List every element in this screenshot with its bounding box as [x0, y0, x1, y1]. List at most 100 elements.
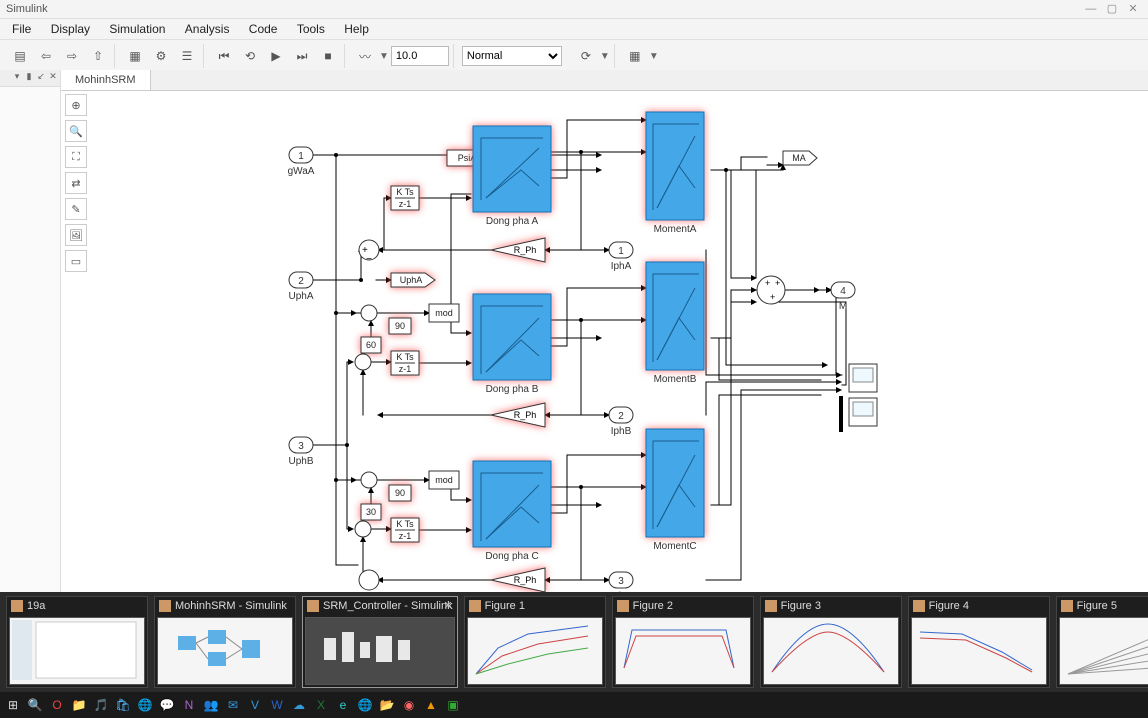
- up-button[interactable]: ⇧: [86, 44, 110, 68]
- tool-image-icon[interactable]: 🖼: [65, 224, 87, 246]
- chrome-icon[interactable]: 🌐: [136, 696, 154, 714]
- model-explorer-button[interactable]: ☰: [175, 44, 199, 68]
- visio-icon[interactable]: V: [246, 696, 264, 714]
- panel-pin-icon[interactable]: ▾: [12, 71, 22, 85]
- folder2-icon[interactable]: 📂: [378, 696, 396, 714]
- onedrive-icon[interactable]: ☁: [290, 696, 308, 714]
- task-card-figure4[interactable]: Figure 4: [908, 596, 1050, 688]
- start-icon[interactable]: ⊞: [4, 696, 22, 714]
- task-card-figure2[interactable]: Figure 2: [612, 596, 754, 688]
- run-button[interactable]: ▶: [264, 44, 288, 68]
- menu-display[interactable]: Display: [43, 19, 98, 39]
- files-icon[interactable]: 📁: [70, 696, 88, 714]
- block-sum-b[interactable]: [355, 354, 371, 370]
- canvas-area[interactable]: MohinhSRM ⊕ 🔍 ⛶ ⇄ ✎ 🖼 ▭: [61, 70, 1148, 600]
- step-forward-button[interactable]: ⏭: [290, 44, 314, 68]
- block-sum-theta-c1[interactable]: [361, 472, 377, 488]
- menu-tools[interactable]: Tools: [289, 19, 333, 39]
- onenote-icon[interactable]: N: [180, 696, 198, 714]
- menu-analysis[interactable]: Analysis: [177, 19, 238, 39]
- block-const-60[interactable]: 60: [361, 337, 381, 353]
- tool-fit-icon[interactable]: ⛶: [65, 146, 87, 168]
- back-button[interactable]: ⇦: [34, 44, 58, 68]
- block-sum-extra[interactable]: [359, 570, 379, 590]
- task-card-figure3[interactable]: Figure 3: [760, 596, 902, 688]
- maximize-icon[interactable]: ▢: [1103, 0, 1121, 18]
- restart-button[interactable]: ⟲: [238, 44, 262, 68]
- block-integrator-a[interactable]: K Ts z-1: [391, 186, 419, 210]
- browser-icon[interactable]: 🌐: [356, 696, 374, 714]
- block-moment-a[interactable]: MomentA: [646, 112, 704, 235]
- edge-icon[interactable]: e: [334, 696, 352, 714]
- block-mod-c[interactable]: mod: [429, 471, 459, 489]
- inport-upha[interactable]: 2 UphA: [288, 272, 313, 302]
- block-sum-torque[interactable]: + + +: [757, 276, 785, 304]
- outport-iphb[interactable]: 2 IphB: [609, 407, 633, 437]
- stop-button[interactable]: ■: [316, 44, 340, 68]
- tool-signal-icon[interactable]: ⇄: [65, 172, 87, 194]
- menu-simulation[interactable]: Simulation: [101, 19, 173, 39]
- block-dong-pha-a[interactable]: Dong pha A: [473, 126, 551, 227]
- forward-button[interactable]: ⇨: [60, 44, 84, 68]
- panel-close-icon[interactable]: ✕: [48, 71, 58, 85]
- tool-zoom-icon[interactable]: 🔍: [65, 120, 87, 142]
- block-mod-b[interactable]: mod: [429, 304, 459, 322]
- tool-area-icon[interactable]: ▭: [65, 250, 87, 272]
- model-config-button[interactable]: ⚙: [149, 44, 173, 68]
- block-integrator-c[interactable]: K Ts z-1: [391, 518, 419, 542]
- block-dong-pha-c[interactable]: Dong pha C: [473, 461, 551, 562]
- block-gain-rph-a[interactable]: R_Ph: [491, 238, 545, 262]
- store-icon[interactable]: 🛍: [114, 696, 132, 714]
- app-more-button[interactable]: ▦: [623, 44, 647, 68]
- tool-hide-icon[interactable]: ⊕: [65, 94, 87, 116]
- task-card-figure1[interactable]: Figure 1: [464, 596, 606, 688]
- minimize-icon[interactable]: —: [1082, 0, 1100, 18]
- inport-gwaa[interactable]: 1 gWaA: [288, 147, 315, 177]
- block-const-30[interactable]: 30: [361, 504, 381, 520]
- menu-help[interactable]: Help: [336, 19, 377, 39]
- excel-icon[interactable]: X: [312, 696, 330, 714]
- outport-m[interactable]: 4 M: [831, 282, 855, 312]
- mcode-icon[interactable]: ▣: [444, 696, 462, 714]
- task-card-matlab[interactable]: 19a: [6, 596, 148, 688]
- close-icon[interactable]: ✕: [1124, 0, 1142, 18]
- outlook-icon[interactable]: ✉: [224, 696, 242, 714]
- panel-split-icon[interactable]: ▮: [24, 71, 34, 85]
- block-sum-theta-b1[interactable]: [361, 305, 377, 321]
- whatsapp-icon[interactable]: 💬: [158, 696, 176, 714]
- tool-annotate-icon[interactable]: ✎: [65, 198, 87, 220]
- menu-file[interactable]: File: [4, 19, 39, 39]
- task-card-srm-controller[interactable]: SRM_Controller - Simulink ✕: [302, 596, 458, 688]
- block-gain-rph-c[interactable]: R_Ph: [491, 568, 545, 592]
- canvas-tab-model[interactable]: MohinhSRM: [61, 70, 151, 90]
- block-dong-pha-b[interactable]: Dong pha B: [473, 294, 551, 395]
- panel-min-icon[interactable]: ↙: [36, 71, 46, 85]
- block-moment-c[interactable]: MomentC: [646, 429, 704, 552]
- build-button[interactable]: ⟳: [574, 44, 598, 68]
- opera-icon[interactable]: O: [48, 696, 66, 714]
- block-sum-a[interactable]: + −: [359, 240, 379, 265]
- block-const-90-c[interactable]: 90: [389, 485, 411, 501]
- block-diagram[interactable]: 1 gWaA PsiA K Ts z-1 Dong pha A: [91, 90, 1131, 600]
- word-icon[interactable]: W: [268, 696, 286, 714]
- block-sum-c[interactable]: [355, 521, 371, 537]
- block-integrator-b[interactable]: K Ts z-1: [391, 351, 419, 375]
- outport-ipha[interactable]: 1 IphA: [609, 242, 633, 272]
- teams-icon[interactable]: 👥: [202, 696, 220, 714]
- block-gain-rph-b[interactable]: R_Ph: [491, 403, 545, 427]
- goto-ma[interactable]: MA: [783, 151, 817, 165]
- goto-upha[interactable]: UphA: [391, 273, 435, 287]
- stop-time-input[interactable]: [391, 46, 449, 66]
- burn-icon[interactable]: ◉: [400, 696, 418, 714]
- block-const-90-b[interactable]: 90: [389, 318, 411, 334]
- search-icon[interactable]: 🔍: [26, 696, 44, 714]
- music-icon[interactable]: 🎵: [92, 696, 110, 714]
- task-card-figure5[interactable]: Figure 5: [1056, 596, 1148, 688]
- matlab-taskbar-icon[interactable]: ▲: [422, 696, 440, 714]
- block-scope[interactable]: [849, 364, 877, 426]
- open-button[interactable]: ▤: [8, 44, 32, 68]
- menu-code[interactable]: Code: [241, 19, 286, 39]
- task-close-icon[interactable]: ✕: [443, 599, 452, 612]
- step-back-button[interactable]: ⏮: [212, 44, 236, 68]
- block-moment-b[interactable]: MomentB: [646, 262, 704, 385]
